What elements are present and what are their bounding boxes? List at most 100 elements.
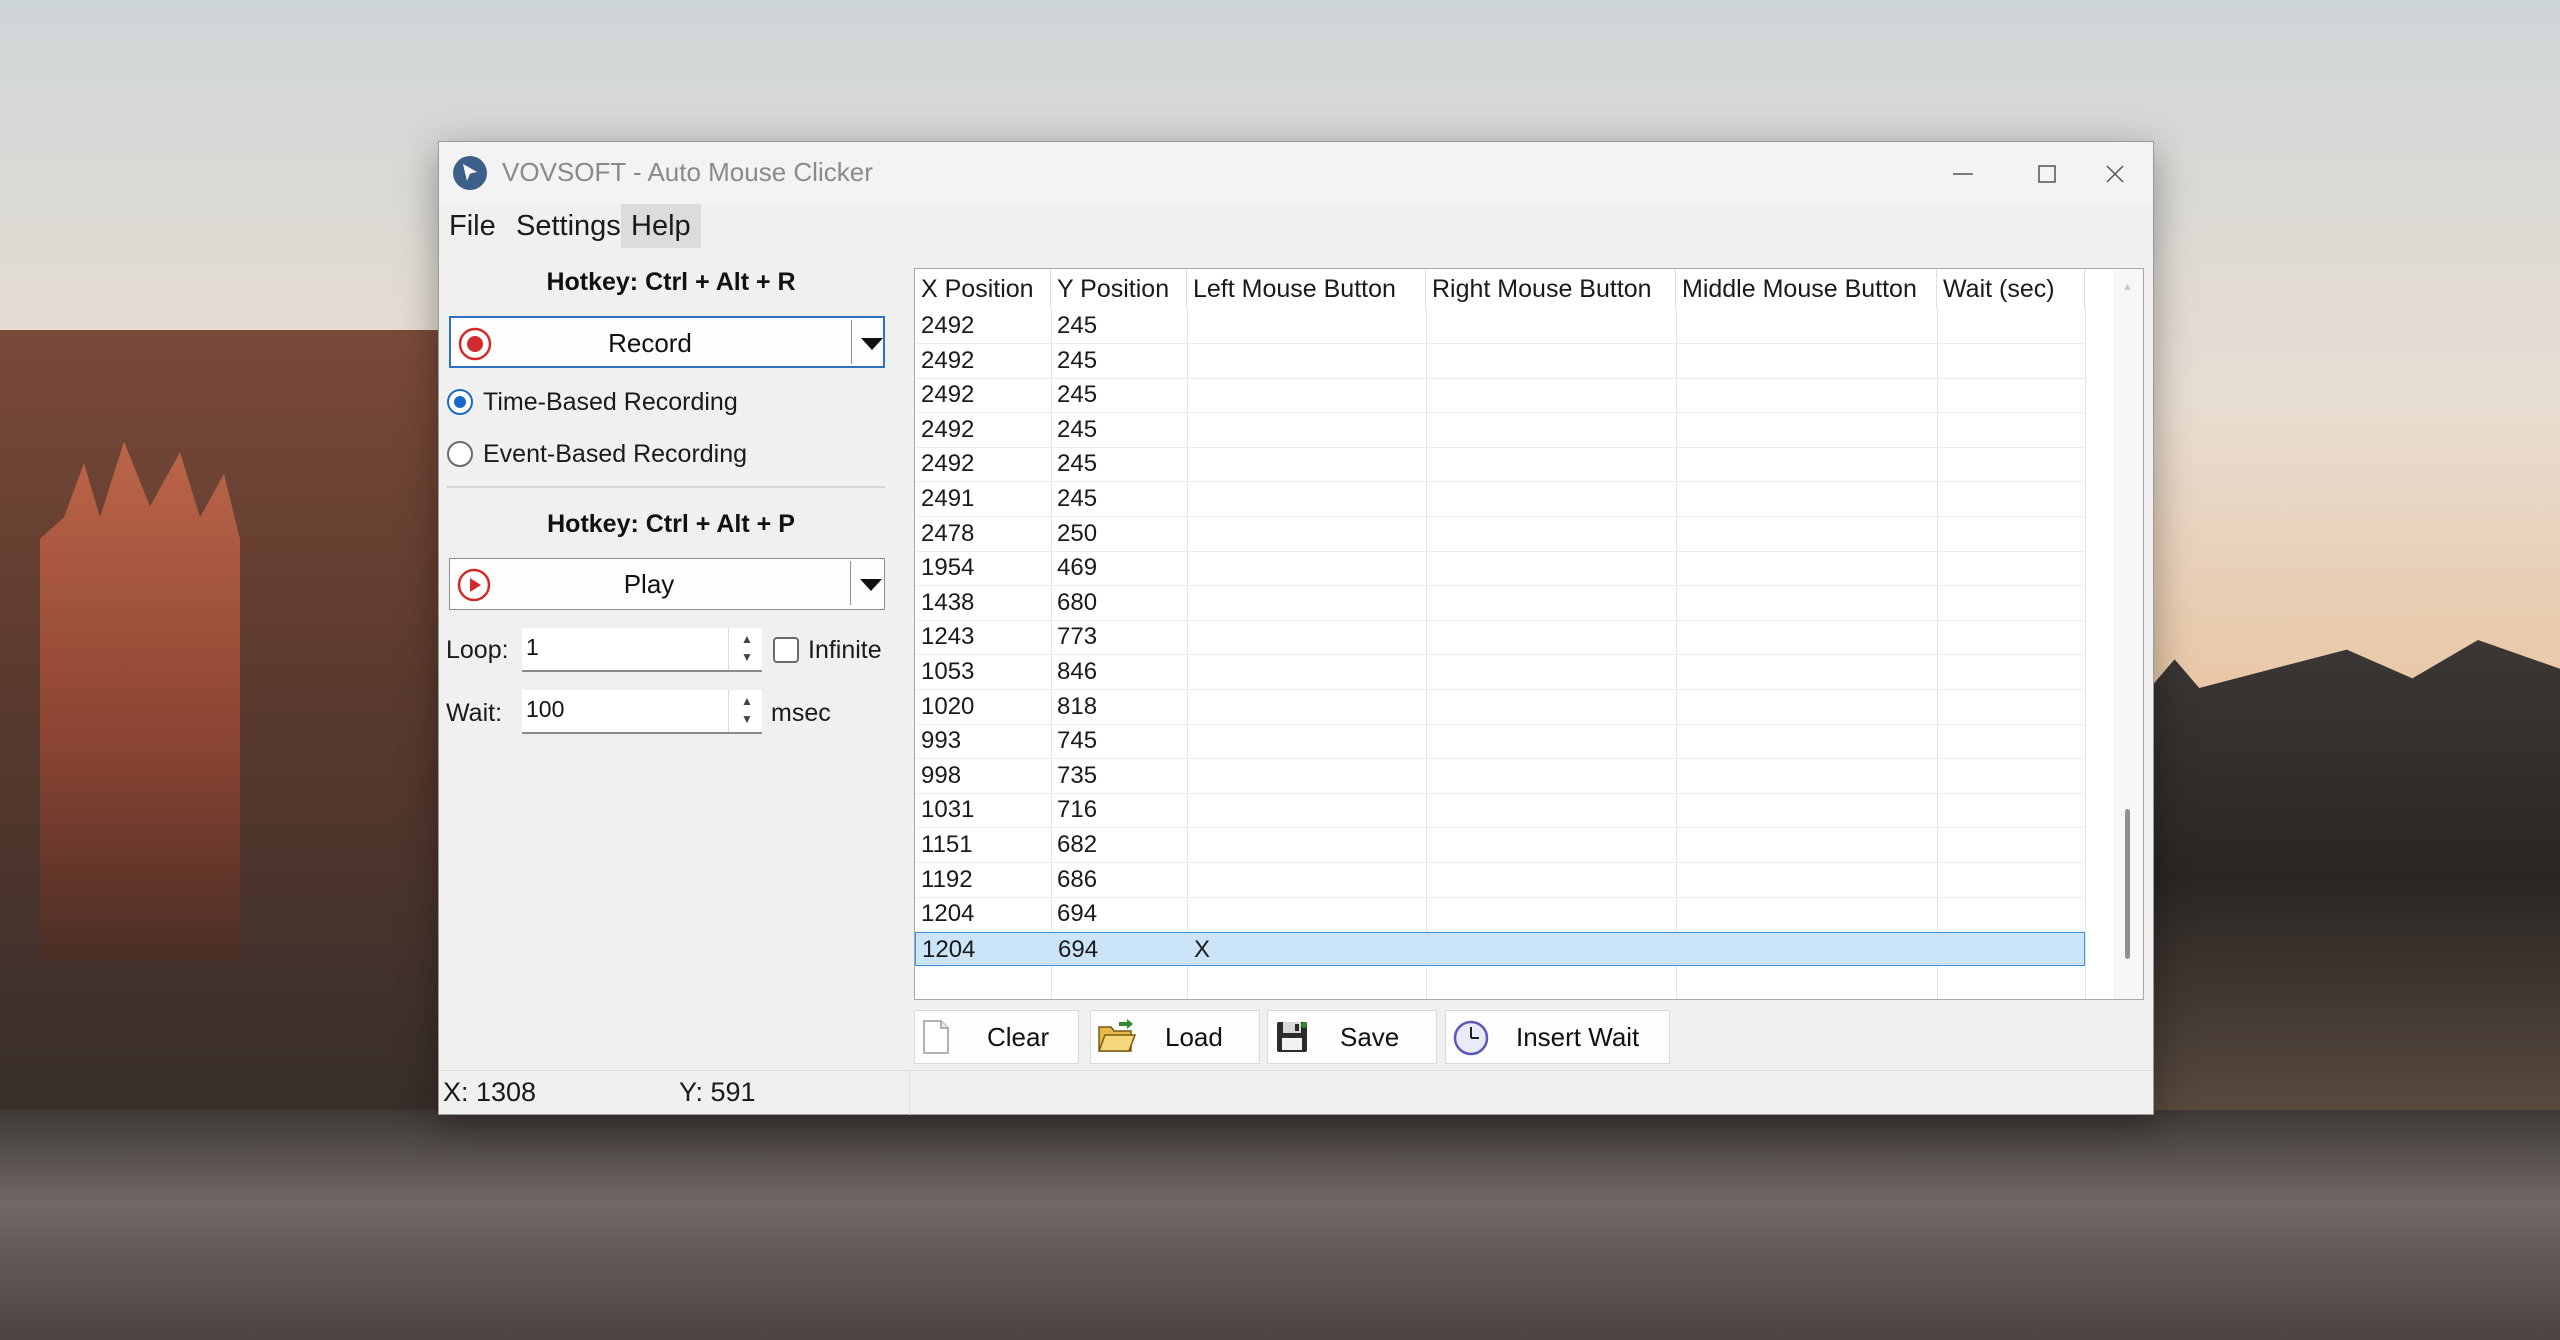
table-cell: [1937, 517, 2085, 551]
table-cell: [1937, 378, 2085, 412]
column-header-left-button[interactable]: Left Mouse Button: [1187, 269, 1426, 309]
table-cell: [1426, 413, 1676, 447]
table-cell: 245: [1057, 346, 1098, 374]
table-row[interactable]: 2492 245: [915, 413, 2085, 448]
wait-down-icon[interactable]: ▼: [741, 712, 753, 726]
loop-up-icon[interactable]: ▲: [741, 632, 753, 646]
table-cell: [1937, 724, 2085, 758]
close-button[interactable]: [2101, 142, 2153, 204]
scrollbar-thumb[interactable]: [2125, 809, 2130, 959]
scroll-up-icon[interactable]: ▲: [2122, 281, 2133, 293]
table-row[interactable]: 1204 694: [915, 897, 2085, 933]
table-cell: [1426, 378, 1676, 412]
status-y-coordinate: Y: 591: [679, 1077, 756, 1107]
record-button[interactable]: Record: [449, 316, 885, 368]
table-cell: [1676, 828, 1937, 862]
table-cell: [1676, 309, 1937, 343]
table-row[interactable]: 998 735: [915, 759, 2085, 794]
table-row[interactable]: 1192 686: [915, 863, 2085, 898]
table-cell: [1676, 863, 1937, 897]
table-cell: [1937, 482, 2085, 516]
table-cell: [1937, 586, 2085, 620]
table-cell: [1937, 690, 2085, 724]
table-cell: 245: [1057, 415, 1098, 443]
table-row-selected[interactable]: 1204 694 X: [915, 931, 2085, 967]
save-button-label: Save: [1340, 1022, 1400, 1052]
record-dropdown-chevron-icon[interactable]: [861, 338, 883, 350]
table-cell: 2492: [921, 450, 975, 478]
table-cell: [1677, 933, 1938, 967]
menu-help[interactable]: Help: [621, 204, 701, 248]
table-row[interactable]: 2492 245: [915, 378, 2085, 414]
wait-spinner-arrows[interactable]: ▲ ▼: [728, 690, 763, 732]
table-cell: 1204: [922, 935, 976, 963]
table-cell: [1676, 897, 1937, 931]
infinite-checkbox[interactable]: [773, 637, 799, 663]
table-cell: [1676, 655, 1937, 689]
table-cell: [1937, 828, 2085, 862]
table-cell: 1438: [921, 588, 975, 616]
table-cell: [1187, 309, 1426, 343]
radio-time-based-dot[interactable]: [447, 389, 473, 415]
table-row[interactable]: 1243 773: [915, 620, 2085, 656]
table-cell: [1676, 690, 1937, 724]
insert-wait-button[interactable]: Insert Wait: [1445, 1010, 1670, 1064]
table-cell: [1187, 482, 1426, 516]
table-row[interactable]: 1031 716: [915, 793, 2085, 829]
loop-spinner[interactable]: 1 ▲ ▼: [522, 628, 762, 672]
table-cell: [1676, 413, 1937, 447]
wait-spinner[interactable]: 100 ▲ ▼: [522, 690, 762, 734]
maximize-button[interactable]: [1995, 142, 2099, 204]
column-header-y[interactable]: Y Position: [1051, 269, 1187, 309]
load-button[interactable]: Load: [1090, 1010, 1260, 1064]
menu-settings[interactable]: Settings: [506, 204, 631, 248]
table-row[interactable]: 2491 245: [915, 482, 2085, 517]
table-cell: [1187, 793, 1426, 827]
title-bar[interactable]: VOVSOFT - Auto Mouse Clicker: [439, 142, 2153, 204]
loop-spinner-arrows[interactable]: ▲ ▼: [728, 628, 763, 670]
column-header-wait[interactable]: Wait (sec): [1937, 269, 2085, 309]
table-cell: 1053: [921, 658, 975, 685]
table-cell: [1426, 551, 1676, 585]
table-row[interactable]: 1151 682: [915, 828, 2085, 863]
table-cell: 1204: [921, 900, 975, 928]
recording-table[interactable]: X Position Y Position Left Mouse Button …: [914, 268, 2144, 1000]
table-row[interactable]: 2492 245: [915, 309, 2085, 344]
wait-up-icon[interactable]: ▲: [741, 694, 753, 708]
play-button[interactable]: Play: [449, 558, 885, 610]
table-cell: [1187, 828, 1426, 862]
table-cell: 245: [1057, 450, 1098, 478]
table-row[interactable]: 2492 245: [915, 344, 2085, 379]
table-cell: 745: [1057, 727, 1098, 755]
table-vertical-scrollbar[interactable]: ▲: [2113, 269, 2143, 999]
loop-label: Loop:: [446, 636, 509, 664]
window-title: VOVSOFT - Auto Mouse Clicker: [502, 157, 873, 187]
background-river: [0, 1110, 2560, 1340]
table-row[interactable]: 993 745: [915, 724, 2085, 760]
table-cell: [1187, 690, 1426, 724]
table-cell: [1187, 378, 1426, 412]
table-cell: [1937, 309, 2085, 343]
table-row[interactable]: 1020 818: [915, 690, 2085, 725]
table-row[interactable]: 1438 680: [915, 586, 2085, 621]
clear-button[interactable]: Clear: [914, 1010, 1079, 1064]
floppy-disk-icon: [1277, 1022, 1307, 1052]
table-cell: 682: [1057, 831, 1098, 858]
loop-down-icon[interactable]: ▼: [741, 650, 753, 664]
column-header-x[interactable]: X Position: [915, 269, 1051, 309]
table-cell: [1937, 344, 2085, 378]
radio-event-based-dot[interactable]: [447, 441, 473, 467]
save-button[interactable]: Save: [1267, 1010, 1437, 1064]
table-row[interactable]: 1053 846: [915, 655, 2085, 690]
menu-file[interactable]: File: [439, 204, 506, 248]
play-hotkey-label: Hotkey: Ctrl + Alt + P: [547, 510, 795, 538]
table-cell: [1187, 551, 1426, 585]
table-row[interactable]: 2478 250: [915, 517, 2085, 552]
play-dropdown-chevron-icon[interactable]: [860, 579, 882, 591]
column-header-middle-button[interactable]: Middle Mouse Button: [1676, 269, 1937, 309]
table-row[interactable]: 1954 469: [915, 551, 2085, 587]
play-split-separator: [850, 561, 851, 605]
table-row[interactable]: 2492 245: [915, 447, 2085, 483]
app-cursor-icon: [453, 156, 487, 190]
column-header-right-button[interactable]: Right Mouse Button: [1426, 269, 1676, 309]
